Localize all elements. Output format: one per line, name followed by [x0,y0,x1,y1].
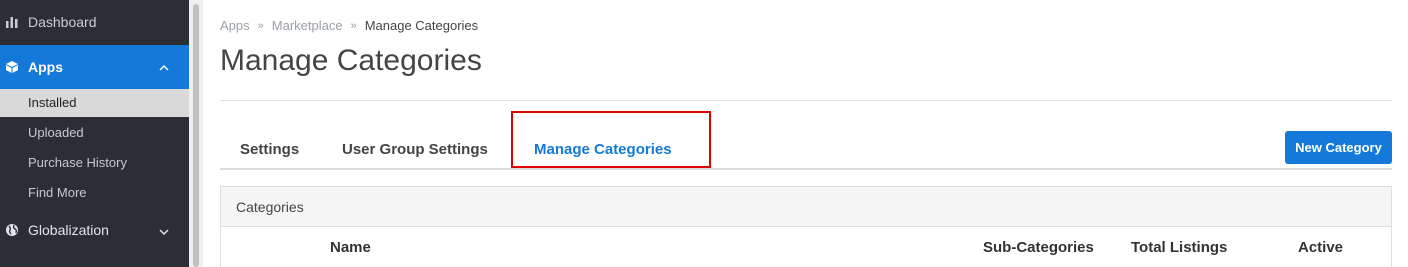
double-chevron-right-icon: » [350,19,357,32]
breadcrumb: Apps » Marketplace » Manage Categories [220,18,478,33]
chevron-up-icon [159,59,169,75]
sidebar-subitem-installed[interactable]: Installed [0,89,189,117]
panel-title: Categories [221,187,1391,227]
breadcrumb-item-marketplace[interactable]: Marketplace [272,18,343,33]
divider [220,100,1392,101]
column-header-total-listings[interactable]: Total Listings [1131,239,1227,256]
highlight-box [511,111,711,168]
sidebar-subitem-find-more[interactable]: Find More [0,179,189,207]
tab-settings[interactable]: Settings [240,141,299,158]
globe-icon [4,222,20,238]
tab-user-group-settings[interactable]: User Group Settings [342,141,488,158]
sidebar-item-dashboard[interactable]: Dashboard [0,4,189,40]
double-chevron-right-icon: » [257,19,264,32]
sidebar-subitem-uploaded[interactable]: Uploaded [0,119,189,147]
column-header-sub-categories[interactable]: Sub-Categories [983,239,1094,256]
sidebar-item-label: Dashboard [28,14,97,30]
cube-icon [4,59,20,75]
breadcrumb-item-current: Manage Categories [364,18,479,33]
breadcrumb-item-apps[interactable]: Apps [220,18,250,33]
sidebar: Dashboard Apps Installed Uploaded Purcha… [0,0,189,267]
chevron-down-icon [159,223,169,239]
page-title: Manage Categories [220,44,482,77]
sidebar-item-globalization[interactable]: Globalization [0,210,189,250]
table-header: Name Sub-Categories Total Listings Activ… [221,227,1391,267]
categories-panel: Categories Name Sub-Categories Total Lis… [220,186,1392,267]
sidebar-scrollbar[interactable] [189,0,203,267]
sidebar-item-label: Globalization [28,222,109,238]
sidebar-subitem-purchase-history[interactable]: Purchase History [0,149,189,177]
scrollbar-thumb[interactable] [193,4,199,267]
sidebar-item-apps[interactable]: Apps [0,45,189,89]
sidebar-item-label: Apps [28,59,63,75]
new-category-button[interactable]: New Category [1285,131,1392,164]
bar-chart-icon [4,14,20,30]
column-header-active[interactable]: Active [1298,239,1343,256]
column-header-name[interactable]: Name [330,239,371,256]
tab-bar: Settings User Group Settings Manage Cate… [220,128,1392,170]
